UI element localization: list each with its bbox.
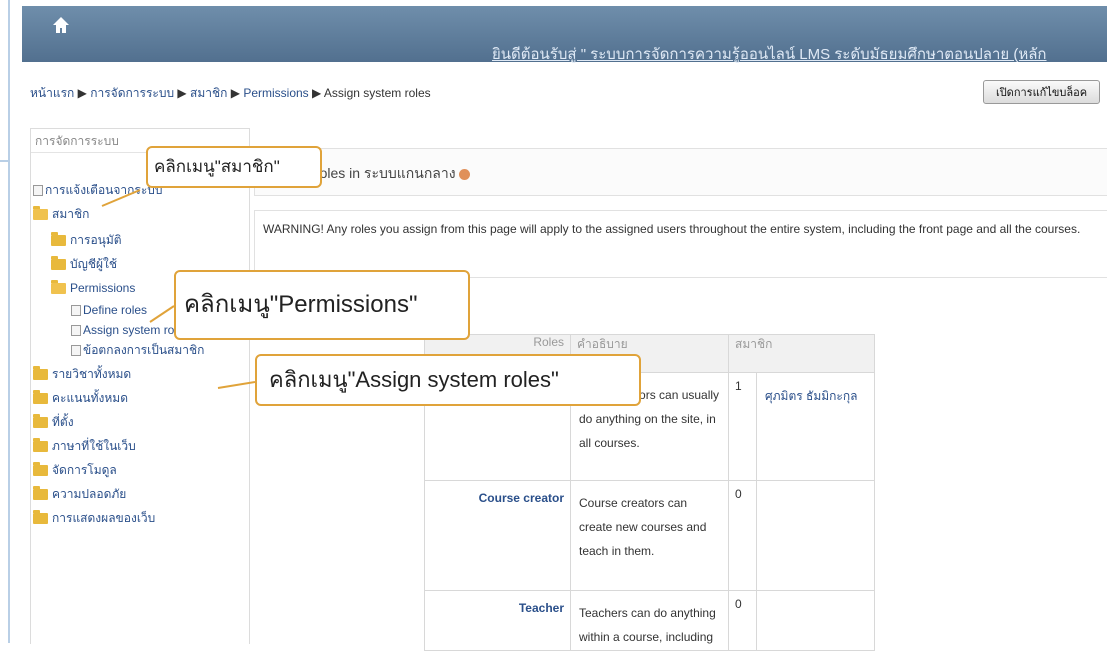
- callout-pointer-assign: [217, 381, 256, 389]
- callout-pointers: [101, 189, 256, 389]
- callout-pointer-permissions: [149, 305, 175, 323]
- callout-pointer-members: [101, 189, 141, 207]
